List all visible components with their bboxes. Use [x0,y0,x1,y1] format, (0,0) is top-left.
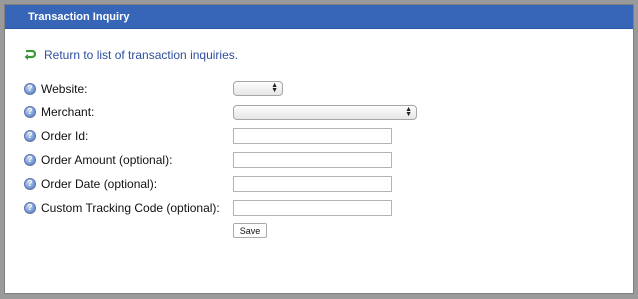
help-icon[interactable]: ? [24,178,36,190]
help-icon[interactable]: ? [24,106,36,118]
website-select[interactable]: ▲ ▼ [233,81,283,96]
save-button[interactable]: Save [233,223,267,238]
merchant-label: Merchant: [41,105,95,119]
panel-title: Transaction Inquiry [28,10,130,23]
order-id-label: Order Id: [41,129,89,143]
merchant-select[interactable]: ▲ ▼ [233,105,417,120]
help-icon[interactable]: ? [24,130,36,142]
panel-header: Transaction Inquiry [5,5,633,29]
custom-tracking-code-label: Custom Tracking Code (optional): [41,201,220,215]
transaction-inquiry-panel: Transaction Inquiry Return to list of tr… [4,4,634,294]
select-arrows-icon: ▲ ▼ [405,106,412,118]
order-amount-label: Order Amount (optional): [41,153,173,167]
order-id-input[interactable] [233,128,392,144]
return-row: Return to list of transaction inquiries. [24,47,238,63]
select-arrows-icon: ▲ ▼ [271,82,278,94]
return-arrow-icon[interactable] [24,50,36,60]
custom-tracking-code-input[interactable] [233,200,392,216]
order-date-label: Order Date (optional): [41,177,158,191]
help-icon[interactable]: ? [24,202,36,214]
order-date-input[interactable] [233,176,392,192]
return-to-list-link[interactable]: Return to list of transaction inquiries. [44,48,238,62]
website-label: Website: [41,82,88,96]
help-icon[interactable]: ? [24,83,36,95]
help-icon[interactable]: ? [24,154,36,166]
order-amount-input[interactable] [233,152,392,168]
